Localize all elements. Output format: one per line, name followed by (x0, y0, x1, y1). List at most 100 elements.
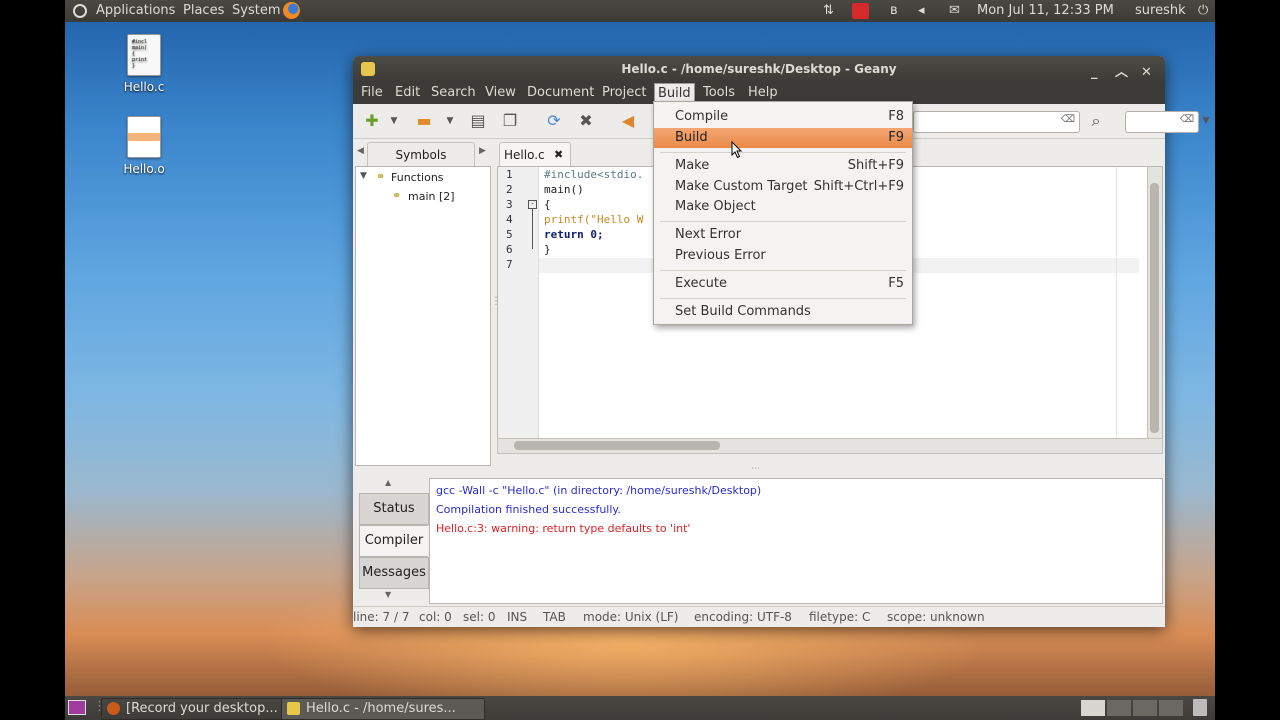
menu-view[interactable]: View (485, 85, 516, 100)
search-icon[interactable]: ⌕ (1085, 110, 1107, 132)
expander-icon[interactable]: ▼ (360, 171, 367, 181)
status-tab: TAB (543, 610, 566, 624)
function-group-icon: ⚭ (376, 170, 386, 183)
vertical-scroll-thumb[interactable] (1150, 183, 1159, 433)
search-field[interactable]: ⌫ (913, 111, 1080, 133)
split-handle[interactable]: ⋯ (751, 464, 760, 474)
menu-separator (660, 221, 906, 222)
desktop-icon-label: Hello.o (123, 162, 165, 176)
desktop-icon-hello-c[interactable]: #incl main( { print } Hello.c (114, 34, 174, 94)
tab-label: Hello.c (504, 148, 545, 162)
user-menu[interactable]: sureshk (1135, 3, 1186, 18)
taskbar-item-geany[interactable]: Hello.c - /home/sures... (281, 698, 485, 720)
tree-item-main[interactable]: main [2] (408, 190, 455, 203)
compiler-output[interactable]: gcc -Wall -c "Hello.c" (in directory: /h… (429, 478, 1163, 604)
close-file-icon[interactable]: ✖ (575, 110, 597, 132)
tab-close-icon[interactable]: ✖ (554, 143, 563, 167)
status-ins: INS (507, 610, 528, 624)
power-icon[interactable]: ⏻ (1198, 3, 1208, 18)
compiler-warning-line[interactable]: Hello.c:3: warning: return type defaults… (436, 522, 690, 535)
menu-item-set-build-commands[interactable]: Set Build Commands (654, 302, 912, 322)
tab-symbols[interactable]: Symbols (367, 142, 475, 167)
statusbar: line: 7 / 7 col: 0 sel: 0 INS TAB mode: … (353, 606, 1165, 627)
menu-item-build[interactable]: Build F9 (654, 128, 912, 148)
menu-item-execute[interactable]: Execute F5 (654, 274, 912, 294)
tree-group-functions[interactable]: Functions (391, 171, 444, 184)
workspace-4[interactable] (1159, 700, 1183, 716)
menu-tools[interactable]: Tools (703, 85, 735, 100)
window-titlebar[interactable]: Hello.c - /home/sureshk/Desktop - Geany … (353, 56, 1165, 82)
revert-icon[interactable]: ⟳ (543, 110, 565, 132)
horizontal-scrollbar[interactable] (497, 438, 1163, 454)
workspace-1[interactable] (1081, 700, 1105, 716)
menu-project[interactable]: Project (602, 85, 646, 100)
mail-icon[interactable]: ✉ (949, 3, 960, 18)
tab-status[interactable]: Status (359, 493, 429, 525)
open-dropdown-icon[interactable]: ▼ (439, 110, 461, 132)
workspace-2[interactable] (1107, 700, 1131, 716)
menu-item-make[interactable]: Make Shift+F9 (654, 156, 912, 176)
menu-search[interactable]: Search (431, 85, 476, 100)
tab-label: Messages (362, 565, 426, 580)
menu-file[interactable]: File (361, 85, 383, 100)
msg-scroll-up-icon[interactable]: ▲ (385, 478, 391, 487)
sidebar-scroll-right-icon[interactable]: ▶ (479, 146, 486, 156)
system-menu[interactable]: System (232, 3, 280, 18)
code-line: { (544, 198, 551, 211)
clear-icon[interactable]: ⌫ (1061, 114, 1075, 125)
desktop: Applications Places System ⇅ ʙ ◂ ✉ Mon J… (65, 0, 1215, 720)
places-menu[interactable]: Places (183, 3, 224, 18)
tab-messages[interactable]: Messages (359, 557, 429, 589)
clock[interactable]: Mon Jul 11, 12:33 PM (977, 3, 1114, 18)
desktop-icon-hello-o[interactable]: Hello.o (114, 116, 174, 176)
menu-separator (660, 270, 906, 271)
taskbar-item-recorder[interactable]: [Record your desktop... (101, 698, 305, 720)
volume-icon[interactable]: ◂ (918, 3, 925, 18)
menu-item-previous-error[interactable]: Previous Error (654, 246, 912, 266)
menu-help[interactable]: Help (748, 85, 778, 100)
open-folder-icon[interactable]: ▬ (413, 110, 435, 132)
applications-menu[interactable]: Applications (96, 3, 175, 18)
function-icon: ⚭ (392, 189, 402, 202)
tab-hello-c[interactable]: Hello.c ✖ (499, 142, 571, 167)
compiler-success-line[interactable]: Compilation finished successfully. (436, 503, 621, 516)
code-line: #include<stdio. (544, 168, 644, 181)
tab-compiler[interactable]: Compiler (359, 525, 428, 557)
trash-icon[interactable] (1193, 699, 1207, 716)
firefox-icon[interactable] (283, 2, 300, 19)
ubuntu-logo-icon[interactable] (73, 4, 87, 18)
compiler-command-line[interactable]: gcc -Wall -c "Hello.c" (in directory: /h… (436, 484, 761, 497)
clear-icon[interactable]: ⌫ (1180, 114, 1194, 125)
bluetooth-icon[interactable]: ʙ (890, 3, 898, 18)
goto-line-field[interactable]: ⌫ (1125, 111, 1199, 133)
message-window: ▲ Status Compiler Messages ▼ gcc -Wall -… (355, 476, 1163, 604)
menu-document[interactable]: Document (527, 85, 594, 100)
network-icon[interactable]: ⇅ (823, 3, 834, 18)
status-col: col: 0 (419, 610, 452, 624)
fold-marker-icon[interactable]: - (528, 200, 537, 209)
build-menu: Compile F8 Build F9 Make Shift+F9 Make Cust… (653, 101, 913, 325)
menu-item-make-object[interactable]: Make Object (654, 197, 912, 217)
new-dropdown-icon[interactable]: ▼ (383, 110, 405, 132)
tab-label: Symbols (395, 148, 447, 162)
fold-line (532, 209, 533, 249)
sidebar-scroll-left-icon[interactable]: ◀ (357, 146, 364, 156)
vertical-scrollbar[interactable] (1147, 167, 1162, 439)
toolbar-overflow-icon[interactable]: ▼ (1199, 110, 1213, 132)
record-icon[interactable] (852, 3, 869, 19)
menu-item-compile[interactable]: Compile F8 (654, 107, 912, 127)
menu-item-next-error[interactable]: Next Error (654, 225, 912, 245)
status-scope: scope: unknown (887, 610, 985, 624)
line-number: 5 (506, 228, 513, 241)
back-arrow-icon[interactable]: ◀ (617, 110, 639, 132)
new-file-icon[interactable]: ✚ (361, 110, 383, 132)
workspace-3[interactable] (1133, 700, 1157, 716)
msg-scroll-down-icon[interactable]: ▼ (385, 590, 391, 599)
save-all-icon[interactable]: ❐ (499, 110, 521, 132)
save-icon[interactable]: ▤ (467, 110, 489, 132)
menu-edit[interactable]: Edit (395, 85, 420, 100)
line-number: 7 (506, 258, 513, 271)
menu-item-make-custom-target[interactable]: Make Custom Target Shift+Ctrl+F9 (654, 177, 912, 197)
show-desktop-icon[interactable] (68, 700, 86, 715)
horizontal-scroll-thumb[interactable] (514, 441, 720, 450)
